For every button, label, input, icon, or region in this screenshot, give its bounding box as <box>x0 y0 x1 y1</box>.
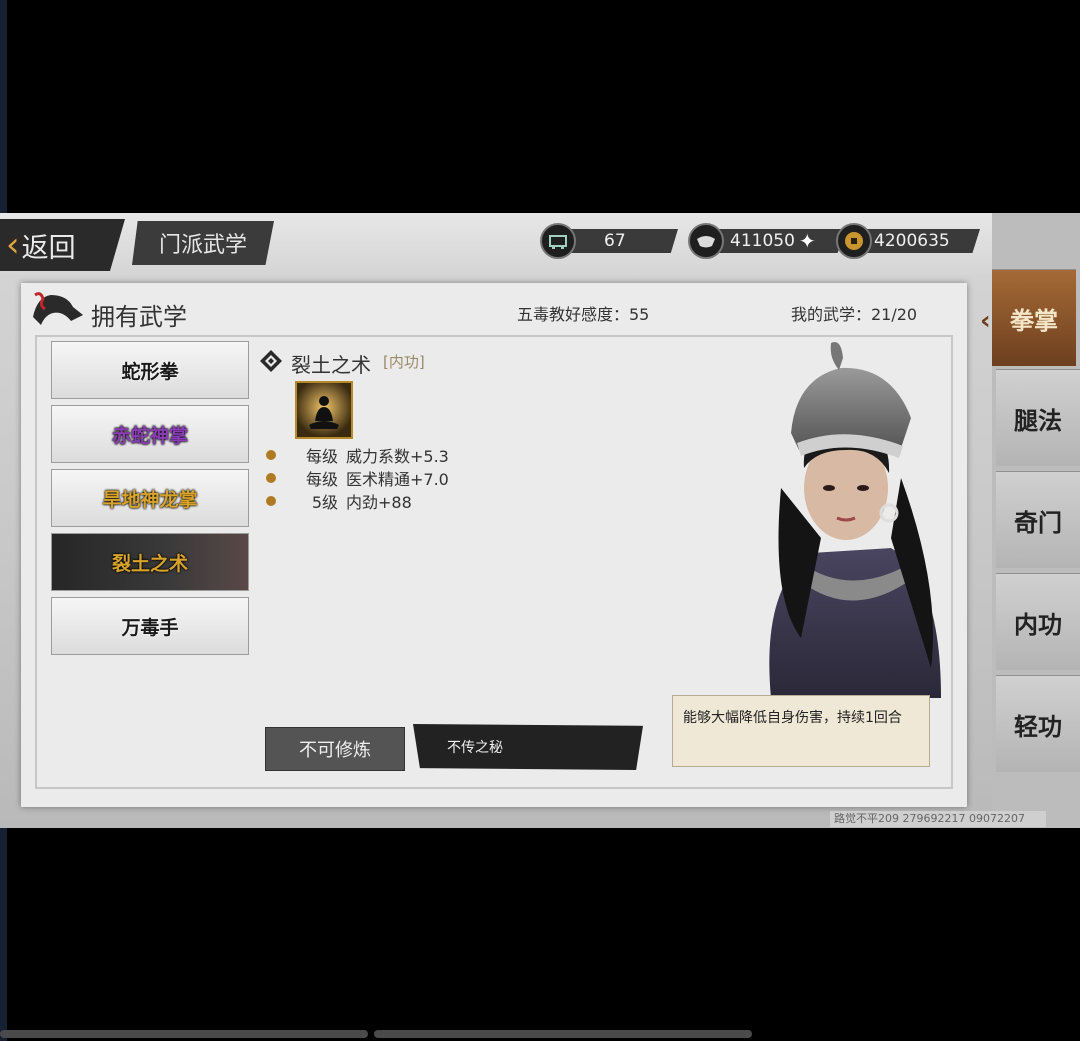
secret-text: 不传之秘 <box>447 740 503 756</box>
skill-button-4[interactable]: 裂土之术 <box>51 533 249 591</box>
stat-row-2: 每级 医术精通+7.0 <box>266 466 449 490</box>
skill-description: 能够大幅降低自身伤害，持续1回合 <box>672 695 930 767</box>
stat-row-1: 每级 威力系数+5.3 <box>266 443 449 467</box>
scrollbar-left[interactable] <box>0 1030 368 1038</box>
add-silver-icon[interactable]: ✦ <box>799 229 816 253</box>
silver-ingot-icon <box>688 223 724 259</box>
bullet-icon <box>266 450 276 460</box>
tab-exotic[interactable]: 奇门 <box>996 471 1080 568</box>
stat-row-3: 5级 内劲+88 <box>266 489 412 513</box>
page-title-banner: 门派武学 <box>132 221 274 265</box>
resource-copper-value: 4200635 <box>874 231 950 251</box>
secret-label: 不传之秘 <box>413 724 643 770</box>
resource-chest: 67 <box>540 223 678 259</box>
stat-text: 医术精通+7.0 <box>346 470 449 489</box>
faction-favor: 五毒教好感度：55 <box>517 305 650 324</box>
tab-inner-power[interactable]: 内功 <box>996 573 1080 670</box>
skill-button-2[interactable]: 赤蛇神掌 <box>51 405 249 463</box>
stat-level: 每级 <box>305 447 338 466</box>
my-skills-count: 我的武学：21/20 <box>791 305 918 324</box>
copper-coin-icon <box>836 223 872 259</box>
stat-level: 每级 <box>305 470 338 489</box>
bullet-icon <box>266 473 276 483</box>
resource-chest-value: 67 <box>604 231 626 251</box>
resource-silver: 411050 ✦ <box>688 223 846 259</box>
tab-label: 内功 <box>1014 610 1062 639</box>
panel-emblem-icon <box>33 292 83 325</box>
selected-skill-name: 裂土之术 <box>291 353 371 377</box>
tab-label: 轻功 <box>1014 712 1062 741</box>
tab-leg[interactable]: 腿法 <box>996 369 1080 466</box>
stat-text: 威力系数+5.3 <box>346 447 449 466</box>
skill-button-1[interactable]: 蛇形拳 <box>51 341 249 399</box>
panel-title: 拥有武学 <box>91 303 187 331</box>
game-screen: ‹ 返回 门派武学 67 411050 ✦ 4200635 拥有武学 五毒教好感… <box>0 213 1080 828</box>
cannot-train-button[interactable]: 不可修炼 <box>265 727 405 771</box>
bullet-icon <box>266 496 276 506</box>
skill-label: 蛇形拳 <box>121 360 179 383</box>
character-portrait <box>769 342 941 698</box>
back-label: 返回 <box>21 232 76 264</box>
top-bar: ‹ 返回 门派武学 67 411050 ✦ 4200635 <box>0 213 995 275</box>
skills-panel: 拥有武学 五毒教好感度：55 我的武学：21/20 蛇形拳 赤蛇神掌 旱地神龙掌… <box>21 283 967 807</box>
back-chevron-icon: ‹ <box>6 225 20 265</box>
back-button[interactable]: ‹ 返回 <box>0 219 125 271</box>
skill-button-3[interactable]: 旱地神龙掌 <box>51 469 249 527</box>
stat-level: 5级 <box>311 493 338 512</box>
tab-label: 拳掌 <box>1010 306 1058 335</box>
skill-label: 旱地神龙掌 <box>102 488 198 511</box>
tab-fist-palm[interactable]: ‹ 拳掌 <box>980 269 1076 366</box>
skill-button-5[interactable]: 万毒手 <box>51 597 249 655</box>
tab-label: 腿法 <box>1014 406 1062 435</box>
tab-lightness[interactable]: 轻功 <box>996 675 1080 772</box>
selected-skill-type: [内功] <box>383 353 425 371</box>
watermark-text: 路觉不平209 279692217 09072207 <box>830 811 1046 827</box>
tab-label: 奇门 <box>1014 508 1062 537</box>
category-tabs: ‹ 拳掌 腿法 奇门 内功 轻功 <box>980 213 1080 828</box>
active-tab-arrow-icon: ‹ <box>980 306 991 336</box>
resource-copper: 4200635 <box>836 223 980 259</box>
meditating-monk-icon <box>295 381 353 439</box>
skill-diamond-icon <box>260 350 282 372</box>
chest-icon <box>540 223 576 259</box>
page-title: 门派武学 <box>158 233 247 258</box>
skill-label: 赤蛇神掌 <box>111 424 188 447</box>
stat-text: 内劲+88 <box>346 493 412 512</box>
resource-silver-value: 411050 <box>730 231 795 251</box>
skill-label: 万毒手 <box>121 616 179 639</box>
skill-label: 裂土之术 <box>111 552 188 575</box>
scrollbar-right[interactable] <box>374 1030 752 1038</box>
